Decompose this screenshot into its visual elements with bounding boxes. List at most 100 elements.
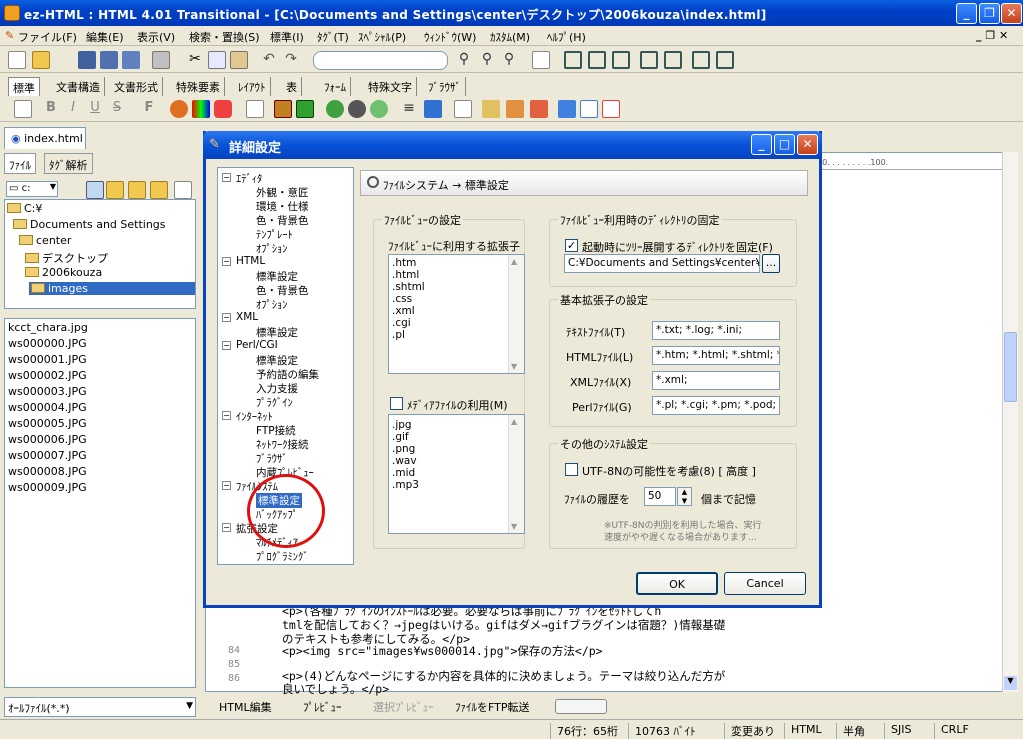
settings-tree-item[interactable]: Perl/CGI (236, 339, 278, 351)
stop-icon[interactable] (602, 100, 620, 118)
settings-tree-item[interactable]: ﾈｯﾄﾜｰｸ接続 (256, 437, 309, 452)
chevron-up-icon[interactable]: ▲ (511, 257, 517, 266)
scroll-thumb[interactable] (1004, 332, 1017, 402)
editor-scrollbar[interactable]: ▼ (1002, 152, 1018, 692)
file-item[interactable]: ws000007.JPG (8, 449, 87, 462)
text-ext-input[interactable]: *.txt; *.log; *.ini; (652, 321, 780, 340)
settings-tree-item[interactable]: ﾌﾟﾛｸﾞﾗﾐﾝｸﾞ (256, 549, 309, 564)
window-cascade-icon[interactable] (564, 51, 582, 69)
tree-expander-icon[interactable]: − (222, 257, 231, 266)
menu-window[interactable]: ｳｨﾝﾄﾞｳ(W) (424, 29, 476, 45)
drive-select[interactable]: ▭ c: ▼ (6, 181, 58, 197)
save-as-icon[interactable] (122, 51, 140, 69)
world-icon[interactable] (370, 100, 388, 118)
settings-tree-item[interactable]: 色・背景色 (256, 283, 309, 298)
file-item[interactable]: ws000009.JPG (8, 481, 87, 494)
italic-icon[interactable]: I (64, 100, 82, 118)
folder-open-icon[interactable] (150, 181, 168, 199)
utf8n-checkbox[interactable] (565, 463, 578, 476)
redo-icon[interactable]: ↷ (282, 51, 300, 69)
search-icon[interactable]: ⚲ (455, 51, 473, 69)
perl-ext-input[interactable]: *.pl; *.cgi; *.pm; *.pod; (652, 396, 780, 415)
file-item[interactable]: ws000008.JPG (8, 465, 87, 478)
chevron-up-icon[interactable]: ▲ (511, 417, 517, 426)
search-prev-icon[interactable]: ⚲ (500, 51, 518, 69)
tree-node-kouza[interactable]: 2006kouza (25, 266, 102, 279)
page-icon[interactable] (246, 100, 264, 118)
list-item[interactable]: .xml (392, 305, 415, 317)
minimize-button[interactable]: _ (956, 3, 977, 24)
tree-expander-icon[interactable]: − (222, 341, 231, 350)
settings-tree-item[interactable]: ﾃﾝﾌﾟﾚｰﾄ (256, 227, 293, 242)
tree-node-desktop[interactable]: デスクトップ (25, 250, 108, 266)
tool1-icon[interactable] (482, 100, 500, 118)
picture-icon[interactable] (296, 100, 314, 118)
tab-doc-structure[interactable]: 文書構造 (52, 77, 105, 96)
file-item[interactable]: ws000005.JPG (8, 417, 87, 430)
settings-tree-item[interactable]: ﾌﾞﾗｳｻﾞ (256, 451, 288, 466)
list-item[interactable]: .gif (392, 431, 409, 443)
file-item[interactable]: kcct_chara.jpg (8, 321, 88, 334)
media-checkbox[interactable] (390, 397, 403, 410)
bold-icon[interactable]: B (42, 100, 60, 118)
ok-button[interactable]: OK (636, 572, 718, 595)
list-item[interactable]: .jpg (392, 419, 412, 431)
settings-tree-item[interactable]: 標準設定 (256, 353, 298, 368)
layout-icon[interactable] (692, 51, 710, 69)
list-item[interactable]: .mp3 (392, 479, 419, 491)
fix-dir-checkbox[interactable]: ✓ (565, 239, 578, 252)
doc-tab-index[interactable]: ◉ index.html (4, 127, 86, 149)
underline-icon[interactable]: U (86, 100, 104, 118)
list-item[interactable]: .htm (392, 257, 416, 269)
tool3-icon[interactable] (530, 100, 548, 118)
tree-expander-icon[interactable]: − (222, 411, 231, 420)
scroll-down-icon[interactable]: ▼ (1004, 676, 1017, 690)
xml-ext-input[interactable]: *.xml; (652, 371, 780, 390)
settings-tree-item[interactable]: 環境・仕様 (256, 199, 309, 214)
settings-tree-item[interactable]: 予約語の編集 (256, 367, 319, 382)
tab-table[interactable]: 表 (282, 77, 302, 96)
folder-new-icon[interactable] (128, 181, 146, 199)
layout2-icon[interactable] (716, 51, 734, 69)
settings-tree-item[interactable]: ﾌﾟﾗｸﾞｲﾝ (256, 395, 293, 410)
tab-special-chars[interactable]: 特殊文字 (364, 77, 417, 96)
dialog-minimize-button[interactable]: _ (751, 134, 772, 155)
copy-icon[interactable] (208, 51, 226, 69)
settings-tree-item[interactable]: FTP接続 (256, 423, 296, 438)
tab-html-edit[interactable]: HTML編集 (219, 699, 272, 715)
list-item[interactable]: .wav (392, 455, 417, 467)
close-button[interactable]: ✕ (1001, 3, 1022, 24)
tab-standard[interactable]: 標準 (8, 77, 40, 96)
file-item[interactable]: ws000006.JPG (8, 433, 87, 446)
menu-tag[interactable]: ﾀｸﾞ(T) (317, 29, 349, 45)
edit-icon[interactable] (14, 100, 32, 118)
ball-icon[interactable] (348, 100, 366, 118)
settings-tree-item[interactable]: ｵﾌﾟｼｮﾝ (256, 241, 288, 256)
settings-tree-item[interactable]: 外観・意匠 (256, 185, 309, 200)
tab-doc-format[interactable]: 文書形式 (110, 77, 163, 96)
file-item[interactable]: ws000004.JPG (8, 401, 87, 414)
list-scrollbar[interactable]: ▲ ▼ (508, 255, 524, 373)
chevron-down-icon[interactable]: ▼ (511, 522, 517, 531)
browse-button[interactable]: ... (762, 254, 780, 273)
list-item[interactable]: .css (392, 293, 412, 305)
settings-tree-item[interactable]: XML (236, 311, 258, 323)
tree-node-c[interactable]: C:¥ (7, 202, 42, 215)
tree-node-images[interactable]: images (29, 282, 195, 295)
settings-tree-item[interactable]: 標準設定 (256, 325, 298, 340)
list-scrollbar[interactable]: ▲ ▼ (508, 415, 524, 533)
tab-preview[interactable]: ﾌﾟﾚﾋﾞｭｰ (303, 699, 342, 715)
settings-tree-item[interactable]: 入力支援 (256, 381, 298, 396)
link-icon[interactable] (454, 100, 472, 118)
history-input[interactable]: 50 (644, 487, 676, 506)
window-tile-h-icon[interactable] (588, 51, 606, 69)
settings-tree-item[interactable]: 色・背景色 (256, 213, 309, 228)
list-item[interactable]: .mid (392, 467, 415, 479)
eraser-icon[interactable] (214, 100, 232, 118)
tab-file[interactable]: ﾌｧｲﾙ (4, 153, 36, 174)
file-item[interactable]: ws000002.JPG (8, 369, 87, 382)
settings-tree-item[interactable]: ｲﾝﾀｰﾈｯﾄ (236, 409, 273, 424)
open-folder-icon[interactable] (32, 51, 50, 69)
save-icon[interactable] (78, 51, 96, 69)
panel2-icon[interactable] (664, 51, 682, 69)
